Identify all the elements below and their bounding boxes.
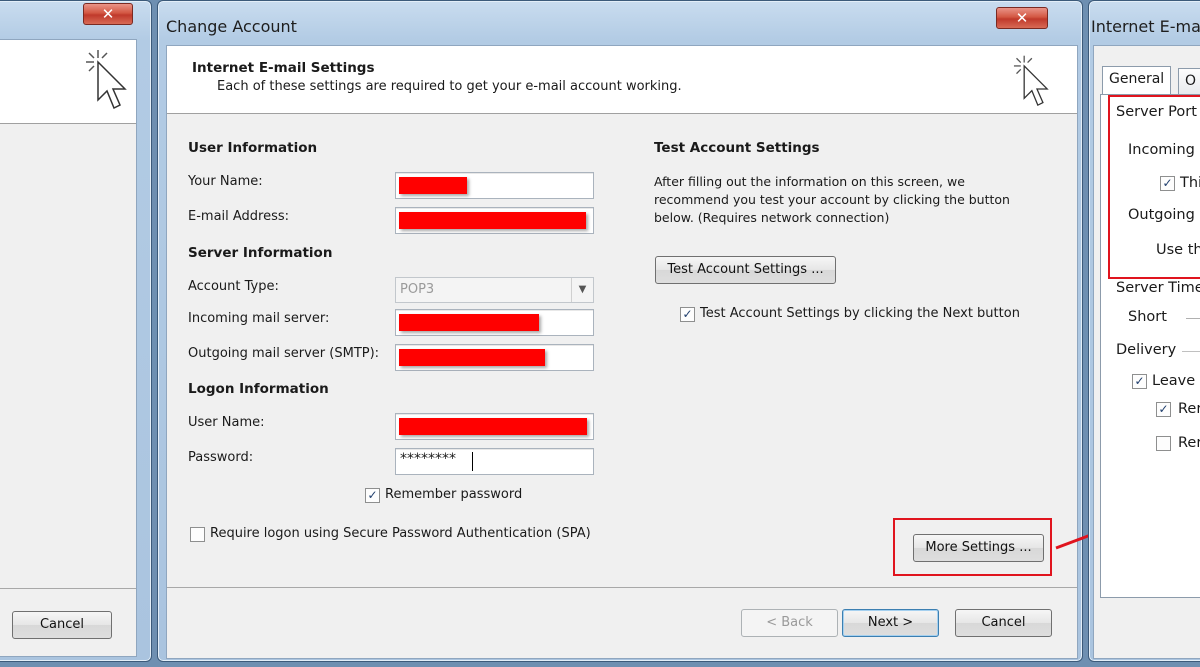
dialog-title: Change Account xyxy=(166,17,297,36)
cursor-icon xyxy=(1009,54,1053,112)
right-window-title: Internet E-ma xyxy=(1091,17,1200,36)
your-name-input[interactable] xyxy=(395,172,594,199)
encryption-label: Use th xyxy=(1156,242,1200,258)
outgoing-port-label: Outgoing xyxy=(1128,207,1195,223)
remove-deleted-checkbox[interactable] xyxy=(1156,436,1171,451)
header-subtitle: Each of these settings are required to g… xyxy=(217,79,682,94)
account-type-value: POP3 xyxy=(400,282,435,297)
server-port-label: Server Port xyxy=(1116,104,1197,120)
logon-information-heading: Logon Information xyxy=(188,381,329,397)
test-account-settings-button[interactable]: Test Account Settings ... xyxy=(655,256,836,284)
chevron-down-icon: ▼ xyxy=(571,278,593,302)
outgoing-server-label: Outgoing mail server (SMTP): xyxy=(188,346,380,361)
remove-after-label: Rer xyxy=(1178,401,1200,417)
more-settings-button[interactable]: More Settings ... xyxy=(913,534,1044,562)
outgoing-server-input[interactable] xyxy=(395,344,594,371)
spa-label: Require logon using Secure Password Auth… xyxy=(210,526,591,541)
leave-copy-checkbox[interactable]: ✓ xyxy=(1132,374,1147,389)
back-button[interactable]: < Back xyxy=(741,609,838,637)
user-information-heading: User Information xyxy=(188,140,318,156)
delivery-label: Delivery xyxy=(1116,342,1177,358)
internet-email-settings-window: Internet E-ma General O Server Port Inco… xyxy=(1088,0,1200,662)
account-type-label: Account Type: xyxy=(188,279,279,294)
user-name-label: User Name: xyxy=(188,415,265,430)
cursor-icon xyxy=(84,48,128,116)
text-caret xyxy=(472,452,473,471)
dialog-close-button[interactable]: ✕ xyxy=(996,7,1048,29)
test-on-next-checkbox[interactable]: ✓ xyxy=(680,307,695,322)
test-on-next-label: Test Account Settings by clicking the Ne… xyxy=(700,306,1020,321)
your-name-label: Your Name: xyxy=(188,174,263,189)
timeout-slider-track[interactable] xyxy=(1186,318,1200,319)
timeout-short-label: Short xyxy=(1128,309,1167,325)
incoming-server-input[interactable] xyxy=(395,309,594,336)
cancel-button[interactable]: Cancel xyxy=(955,609,1052,637)
dialog-client: Internet E-mail Settings Each of these s… xyxy=(166,45,1078,659)
right-window-client: General O Server Port Incoming ✓ Thi Out… xyxy=(1093,45,1200,659)
account-type-select[interactable]: POP3 ▼ xyxy=(395,277,594,303)
redacted-value xyxy=(399,314,539,331)
remove-deleted-label: Rer xyxy=(1178,435,1200,451)
redacted-value xyxy=(399,212,586,229)
settings-header: Internet E-mail Settings Each of these s… xyxy=(167,46,1077,114)
redacted-value xyxy=(399,177,467,194)
remove-after-checkbox[interactable]: ✓ xyxy=(1156,402,1171,417)
server-information-heading: Server Information xyxy=(188,245,333,261)
change-account-dialog: Change Account ✕ Internet E-mail Setting… xyxy=(157,0,1083,662)
remember-password-label: Remember password xyxy=(385,487,523,502)
remember-password-checkbox[interactable]: ✓ xyxy=(365,488,380,503)
left-window-client: Cancel xyxy=(0,39,137,657)
test-account-heading: Test Account Settings xyxy=(654,140,820,156)
left-window: ✕ Cancel xyxy=(0,0,152,662)
next-button[interactable]: Next > xyxy=(842,609,939,637)
header-title: Internet E-mail Settings xyxy=(192,60,375,76)
password-mask: ******** xyxy=(400,451,456,467)
tab-general[interactable]: General xyxy=(1102,66,1172,94)
incoming-server-label: Incoming mail server: xyxy=(188,311,330,326)
left-window-close-button[interactable]: ✕ xyxy=(83,3,133,25)
footer-divider xyxy=(167,587,1077,588)
server-timeout-label: Server Time xyxy=(1116,280,1200,296)
leave-copy-label: Leave a xyxy=(1152,373,1200,389)
redacted-value xyxy=(399,349,545,366)
test-account-description: After filling out the information on thi… xyxy=(654,174,1010,225)
left-window-footer-divider xyxy=(0,588,136,589)
ssl-label: Thi xyxy=(1180,175,1200,191)
ssl-checkbox[interactable]: ✓ xyxy=(1160,176,1175,191)
incoming-port-label: Incoming xyxy=(1128,142,1195,158)
user-name-input[interactable] xyxy=(395,413,594,440)
left-window-cancel-button[interactable]: Cancel xyxy=(12,611,112,639)
password-label: Password: xyxy=(188,450,254,465)
password-input[interactable]: ******** xyxy=(395,448,594,475)
spa-checkbox[interactable] xyxy=(190,527,205,542)
delivery-divider xyxy=(1182,351,1200,352)
email-address-label: E-mail Address: xyxy=(188,209,290,224)
email-address-input[interactable] xyxy=(395,207,594,234)
redacted-value xyxy=(399,418,587,435)
tab-other[interactable]: O xyxy=(1178,68,1200,94)
